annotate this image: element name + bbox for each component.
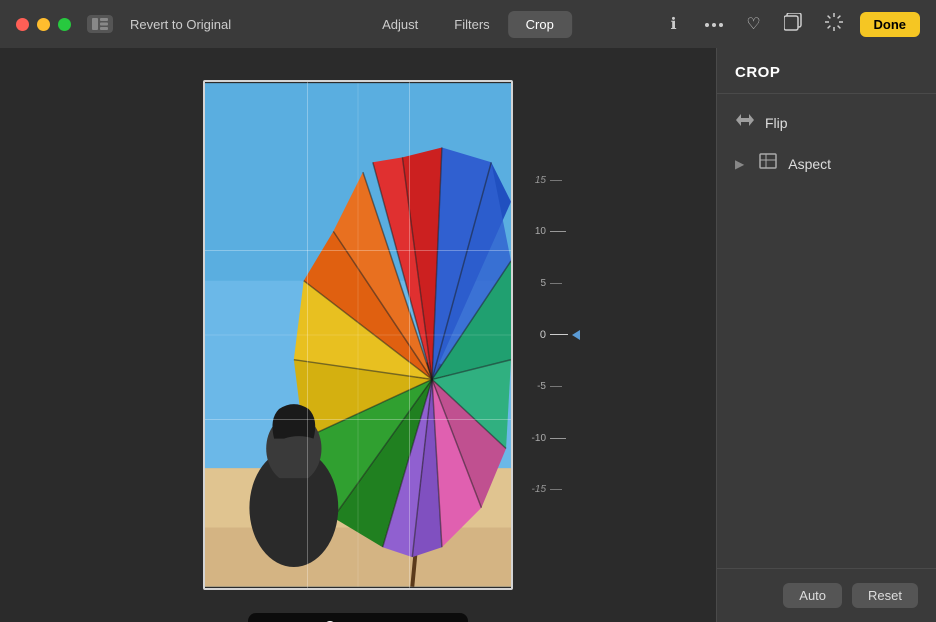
- ruler-mark-0: 0: [528, 329, 568, 341]
- maximize-button[interactable]: [58, 18, 71, 31]
- done-button[interactable]: Done: [860, 12, 921, 37]
- panel-header: CROP: [717, 48, 936, 94]
- sidebar-toggle[interactable]: [87, 15, 113, 33]
- duplicate-icon: [784, 13, 804, 36]
- aspect-label: Aspect: [788, 156, 831, 172]
- auto-button[interactable]: Auto: [783, 583, 842, 608]
- ruler-mark-15: 15: [528, 175, 568, 186]
- image-container: 15 10 5 0: [203, 80, 513, 590]
- heart-icon: ♡: [746, 14, 760, 34]
- photo-frame[interactable]: [203, 80, 513, 590]
- aspect-arrow-icon: ▶: [735, 157, 744, 171]
- tab-adjust[interactable]: Adjust: [364, 11, 436, 38]
- minimize-button[interactable]: [37, 18, 50, 31]
- playback-bar[interactable]: 00:01 -00:05: [248, 613, 468, 622]
- aspect-item[interactable]: ▶ Aspect: [717, 143, 936, 184]
- more-icon: [705, 15, 723, 33]
- revert-button[interactable]: Revert to Original: [130, 17, 231, 32]
- more-button[interactable]: [700, 10, 728, 38]
- ruler-mark-5: 5: [528, 278, 568, 289]
- image-area[interactable]: 15 10 5 0: [0, 48, 716, 622]
- duplicate-button[interactable]: [780, 10, 808, 38]
- reset-button[interactable]: Reset: [852, 583, 918, 608]
- magic-icon: [825, 13, 843, 36]
- tab-filters[interactable]: Filters: [436, 11, 507, 38]
- ruler-mark-neg15: -15: [528, 484, 568, 495]
- heart-button[interactable]: ♡: [740, 10, 768, 38]
- ruler-mark-neg5: -5: [528, 381, 568, 392]
- panel-bottom: Auto Reset: [717, 568, 936, 622]
- info-icon: ℹ: [670, 14, 676, 34]
- main-content: 15 10 5 0: [0, 48, 936, 622]
- photo-content: [205, 82, 511, 588]
- mode-tabs: Adjust Filters Crop: [364, 11, 572, 38]
- window-controls: [87, 15, 113, 33]
- rotation-ruler[interactable]: 15 10 5 0: [523, 175, 588, 495]
- info-button[interactable]: ℹ: [660, 10, 688, 38]
- panel-title: CROP: [735, 64, 918, 81]
- flip-icon: [735, 112, 755, 133]
- tab-crop[interactable]: Crop: [508, 11, 572, 38]
- titlebar: Revert to Original Adjust Filters Crop ℹ…: [0, 0, 936, 48]
- flip-label: Flip: [765, 115, 788, 131]
- magic-button[interactable]: [820, 10, 848, 38]
- traffic-lights: [16, 18, 71, 31]
- panel-items: Flip ▶ Aspect: [717, 94, 936, 568]
- right-toolbar: ℹ ♡: [660, 10, 921, 38]
- right-panel: CROP Flip ▶: [716, 48, 936, 622]
- aspect-icon: [758, 153, 778, 174]
- ruler-mark-neg10: -10: [528, 433, 568, 444]
- ruler-mark-10: 10: [528, 226, 568, 237]
- close-button[interactable]: [16, 18, 29, 31]
- flip-item[interactable]: Flip: [717, 102, 936, 143]
